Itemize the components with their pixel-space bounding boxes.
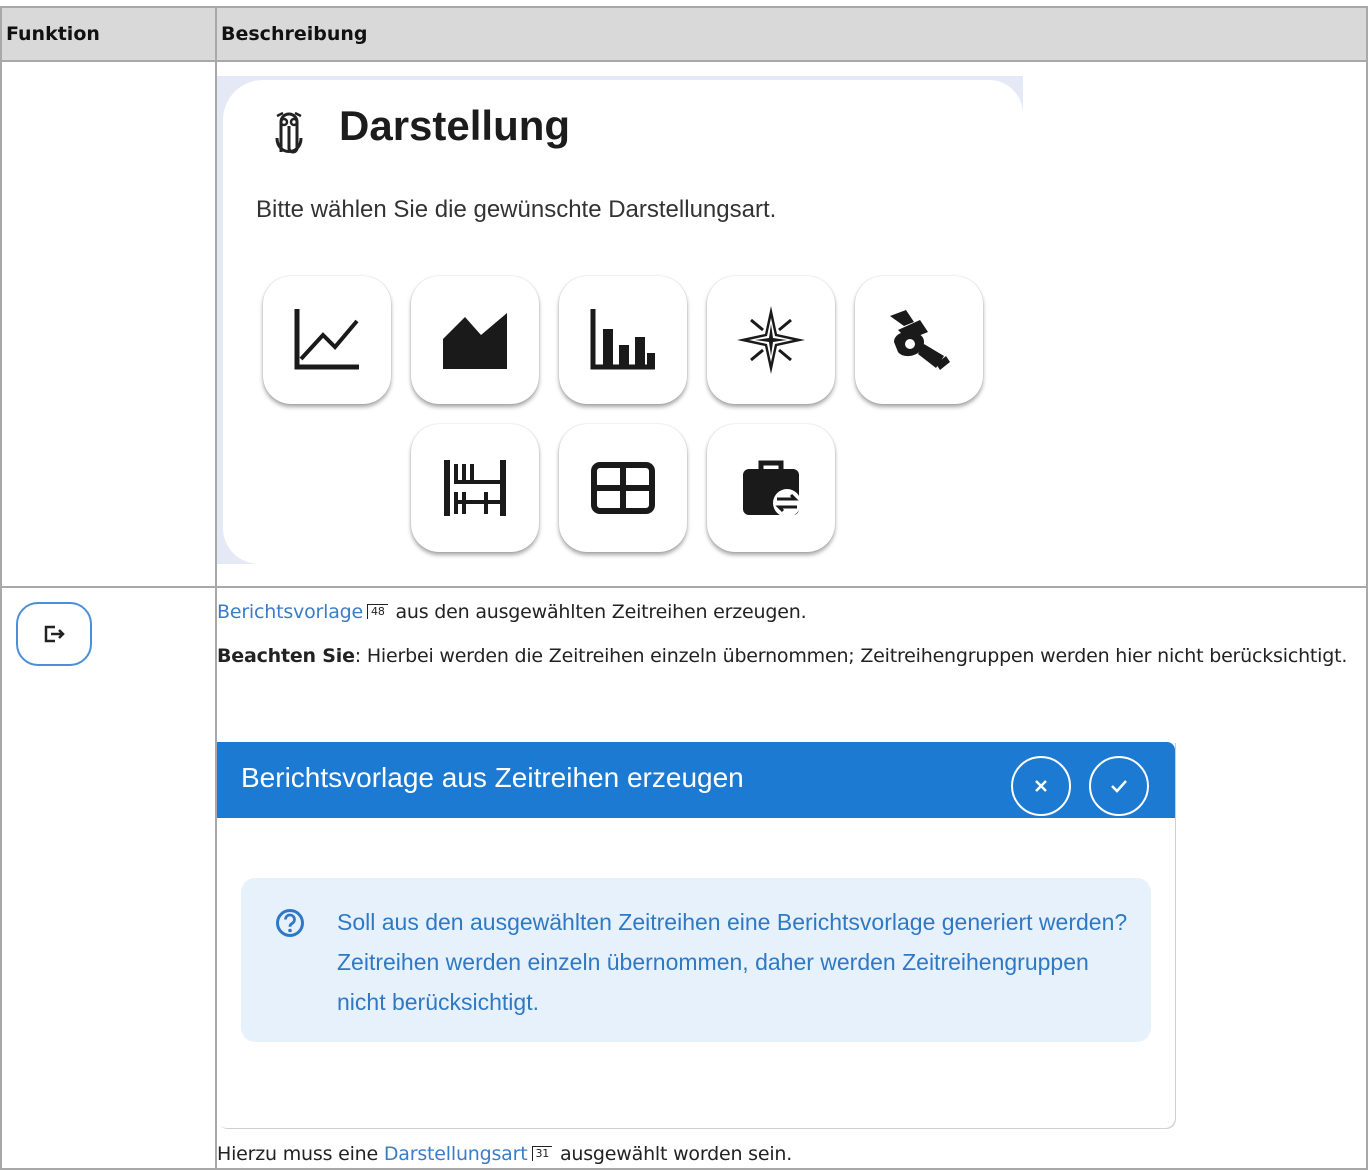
description-cell: Darstellung Bitte wählen Sie die gewünsc…	[215, 60, 1368, 588]
export-icon	[44, 625, 65, 643]
dialog-header: Berichtsvorlage aus Zeitreihen erzeugen	[217, 742, 1175, 818]
description-text: aus den ausgewählten Zeitreihen erzeugen…	[389, 601, 807, 623]
dialog-message: Soll aus den ausgewählten Zeitreihen ein…	[337, 909, 1128, 1015]
table-row: Darstellung Bitte wählen Sie die gewünsc…	[0, 60, 1368, 588]
abacus-icon	[444, 460, 506, 516]
area-chart-tile[interactable]	[411, 276, 539, 404]
table-row: Berichtsvorlage 48 aus den ausgewählten Z…	[0, 586, 1368, 1170]
card-title: Darstellung	[339, 102, 571, 149]
table-tile[interactable]	[559, 424, 687, 552]
export-report-button[interactable]	[16, 602, 92, 666]
close-icon	[1035, 780, 1047, 792]
hand-sign-tile[interactable]	[855, 276, 983, 404]
check-icon	[1111, 780, 1127, 793]
column-header-function: Funktion	[0, 6, 217, 62]
compass-rose-icon	[737, 306, 805, 374]
line-chart-tile[interactable]	[263, 276, 391, 404]
darstellungsart-link[interactable]: Darstellungsart	[384, 1143, 528, 1165]
bar-chart-tile[interactable]	[559, 276, 687, 404]
briefcase-tile[interactable]	[707, 424, 835, 552]
hand-sign-icon	[890, 310, 950, 370]
card-subtitle: Bitte wählen Sie die gewünschte Darstell…	[256, 196, 777, 223]
darstellung-screenshot: Darstellung Bitte wählen Sie die gewünsc…	[217, 76, 1023, 564]
help-circle-icon	[276, 909, 304, 937]
info-message-box: Soll aus den ausgewählten Zeitreihen ein…	[241, 878, 1151, 1042]
description-cell: Berichtsvorlage 48 aus den ausgewählten Z…	[215, 586, 1368, 1170]
berichtsvorlage-link[interactable]: Berichtsvorlage	[217, 601, 363, 623]
function-cell	[0, 586, 217, 1170]
compass-tile[interactable]	[707, 276, 835, 404]
page-reference: 31	[531, 1146, 553, 1161]
function-table: Funktion Beschreibung Darstellung Bitte …	[0, 6, 1368, 1170]
function-cell-empty	[0, 60, 217, 588]
description-line-1: Berichtsvorlage 48 aus den ausgewählten Z…	[217, 598, 807, 627]
dialog-title: Berichtsvorlage aus Zeitreihen erzeugen	[241, 762, 744, 793]
footer-text-end: ausgewählt worden sein.	[554, 1143, 793, 1165]
line-chart-icon	[294, 309, 359, 370]
footer-text: Hierzu muss eine	[217, 1143, 384, 1165]
description-footer: Hierzu muss eine Darstellungsart 31 ausge…	[217, 1140, 792, 1169]
dialog-confirm-button[interactable]	[1089, 756, 1149, 816]
clippy-icon	[271, 108, 307, 160]
note-label: Beachten Sie	[217, 645, 355, 667]
area-chart-icon	[443, 313, 507, 369]
column-header-description: Beschreibung	[215, 6, 1368, 62]
bar-chart-icon	[590, 309, 655, 370]
dialog-cancel-button[interactable]	[1011, 756, 1071, 816]
darstellung-card: Darstellung Bitte wählen Sie die gewünsc…	[223, 80, 1023, 564]
page-reference: 48	[367, 604, 388, 619]
briefcase-swap-icon	[743, 460, 801, 517]
dialog-screenshot: Berichtsvorlage aus Zeitreihen erzeugen	[217, 742, 1175, 1128]
note-text: : Hierbei werden die Zeitreihen einzeln …	[354, 645, 1348, 667]
abacus-tile[interactable]	[411, 424, 539, 552]
note-paragraph: Beachten Sie: Hierbei werden die Zeitrei…	[217, 642, 1367, 671]
table-grid-icon	[591, 462, 655, 514]
